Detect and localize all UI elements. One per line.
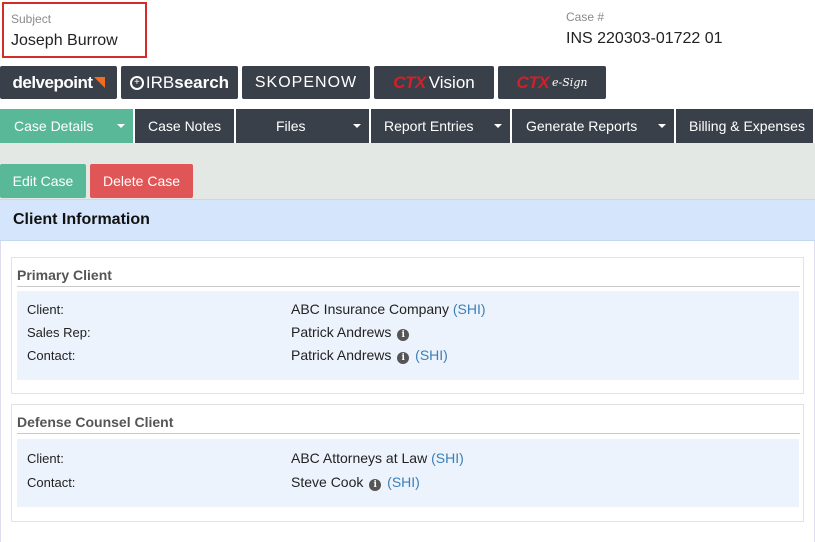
tab-case-details[interactable]: Case Details <box>0 109 133 143</box>
case-nav: Case Details Case Notes Files Report Ent… <box>0 109 815 143</box>
info-icon[interactable]: i <box>397 329 410 341</box>
delvepoint-button[interactable]: delvepoint <box>0 66 117 99</box>
ctx-esign-button[interactable]: CTX e-Sign <box>498 66 606 99</box>
info-icon[interactable]: i <box>397 352 410 364</box>
defense-client-row: Client: ABC Attorneys at Law (SHI) <box>17 449 799 469</box>
chevron-down-icon <box>117 124 125 128</box>
subject-field: Subject Joseph Burrow <box>2 2 147 58</box>
defense-counsel-section: Defense Counsel Client Client: ABC Attor… <box>11 404 804 522</box>
case-number-field: Case # INS 220303-01722 01 <box>566 10 723 48</box>
case-number-value: INS 220303-01722 01 <box>566 30 723 47</box>
primary-client-details: Client: ABC Insurance Company (SHI) Sale… <box>17 291 799 380</box>
tab-generate-reports-label: Generate Reports <box>526 118 638 134</box>
chevron-down-icon <box>658 124 666 128</box>
tab-billing-expenses-label: Billing & Expenses <box>689 118 805 134</box>
ctx-vision-label: Vision <box>428 72 475 92</box>
tab-billing-expenses[interactable]: Billing & Expenses <box>676 109 813 143</box>
skopenow-label: SKOPENOW <box>254 73 358 91</box>
delvepoint-mark-icon <box>93 77 105 88</box>
client-information-panel: Primary Client Client: ABC Insurance Com… <box>0 241 815 542</box>
client-shi-link[interactable]: (SHI) <box>431 450 464 466</box>
contact-value: Steve Cook i (SHI) <box>291 474 420 491</box>
ctx-esign-brand: CTX <box>516 72 550 92</box>
case-header: Subject Joseph Burrow Case # INS 220303-… <box>0 0 815 62</box>
sales-rep-label: Sales Rep: <box>27 325 91 340</box>
irb-circle-icon: + <box>129 75 144 90</box>
ctx-esign-label: e-Sign <box>552 76 588 89</box>
sales-rep-name: Patrick Andrews <box>291 324 392 340</box>
defense-contact-row: Contact: Steve Cook i (SHI) <box>17 473 799 493</box>
client-label: Client: <box>27 451 64 466</box>
irb-suffix: search <box>174 72 230 92</box>
edit-case-button[interactable]: Edit Case <box>0 164 86 198</box>
client-name: ABC Attorneys at Law <box>291 450 428 466</box>
client-name: ABC Insurance Company <box>291 301 449 317</box>
contact-value: Patrick Andrews i (SHI) <box>291 347 448 364</box>
defense-counsel-title: Defense Counsel Client <box>17 414 800 434</box>
chevron-down-icon <box>494 124 502 128</box>
tab-report-entries[interactable]: Report Entries <box>371 109 510 143</box>
case-number-label: Case # <box>566 10 605 24</box>
contact-name: Patrick Andrews <box>291 347 392 363</box>
chevron-down-icon <box>353 124 361 128</box>
client-value: ABC Insurance Company (SHI) <box>291 301 486 317</box>
tab-generate-reports[interactable]: Generate Reports <box>512 109 674 143</box>
tab-case-notes[interactable]: Case Notes <box>135 109 234 143</box>
tab-case-notes-label: Case Notes <box>148 118 222 134</box>
tab-files-label: Files <box>276 118 306 134</box>
integration-bar: delvepoint + IRB search SKOPENOW CTX Vision… <box>0 66 610 99</box>
client-value: ABC Attorneys at Law (SHI) <box>291 450 464 466</box>
client-shi-link[interactable]: (SHI) <box>453 301 486 317</box>
tab-report-entries-label: Report Entries <box>384 118 474 134</box>
contact-row: Contact: Patrick Andrews i (SHI) <box>17 346 799 366</box>
ctx-vision-button[interactable]: CTX Vision <box>374 66 494 99</box>
irb-prefix: IRB <box>145 72 175 92</box>
skopenow-button[interactable]: SKOPENOW <box>242 66 370 99</box>
contact-label: Contact: <box>27 348 76 363</box>
irbsearch-button[interactable]: + IRB search <box>121 66 238 99</box>
contact-label: Contact: <box>27 475 76 490</box>
client-information-heading: Client Information <box>0 199 815 241</box>
ctx-vision-brand: CTX <box>393 72 426 92</box>
contact-shi-link[interactable]: (SHI) <box>387 474 420 490</box>
delvepoint-logo-text: delvepoint <box>12 72 93 92</box>
primary-client-row: Client: ABC Insurance Company (SHI) <box>17 300 799 320</box>
primary-client-section: Primary Client Client: ABC Insurance Com… <box>11 257 804 394</box>
tab-files[interactable]: Files <box>236 109 369 143</box>
defense-counsel-details: Client: ABC Attorneys at Law (SHI) Conta… <box>17 439 799 507</box>
tab-case-details-label: Case Details <box>14 118 94 134</box>
sales-rep-row: Sales Rep: Patrick Andrews i <box>17 323 799 343</box>
contact-shi-link[interactable]: (SHI) <box>415 347 448 363</box>
action-toolbar: Edit Case Delete Case <box>0 143 815 199</box>
contact-name: Steve Cook <box>291 474 364 490</box>
subject-label: Subject <box>11 12 52 26</box>
sales-rep-value: Patrick Andrews i <box>291 324 411 341</box>
primary-client-title: Primary Client <box>17 267 800 287</box>
delete-case-button[interactable]: Delete Case <box>90 164 193 198</box>
info-icon[interactable]: i <box>369 479 382 491</box>
subject-value: Joseph Burrow <box>11 32 118 49</box>
client-label: Client: <box>27 302 64 317</box>
